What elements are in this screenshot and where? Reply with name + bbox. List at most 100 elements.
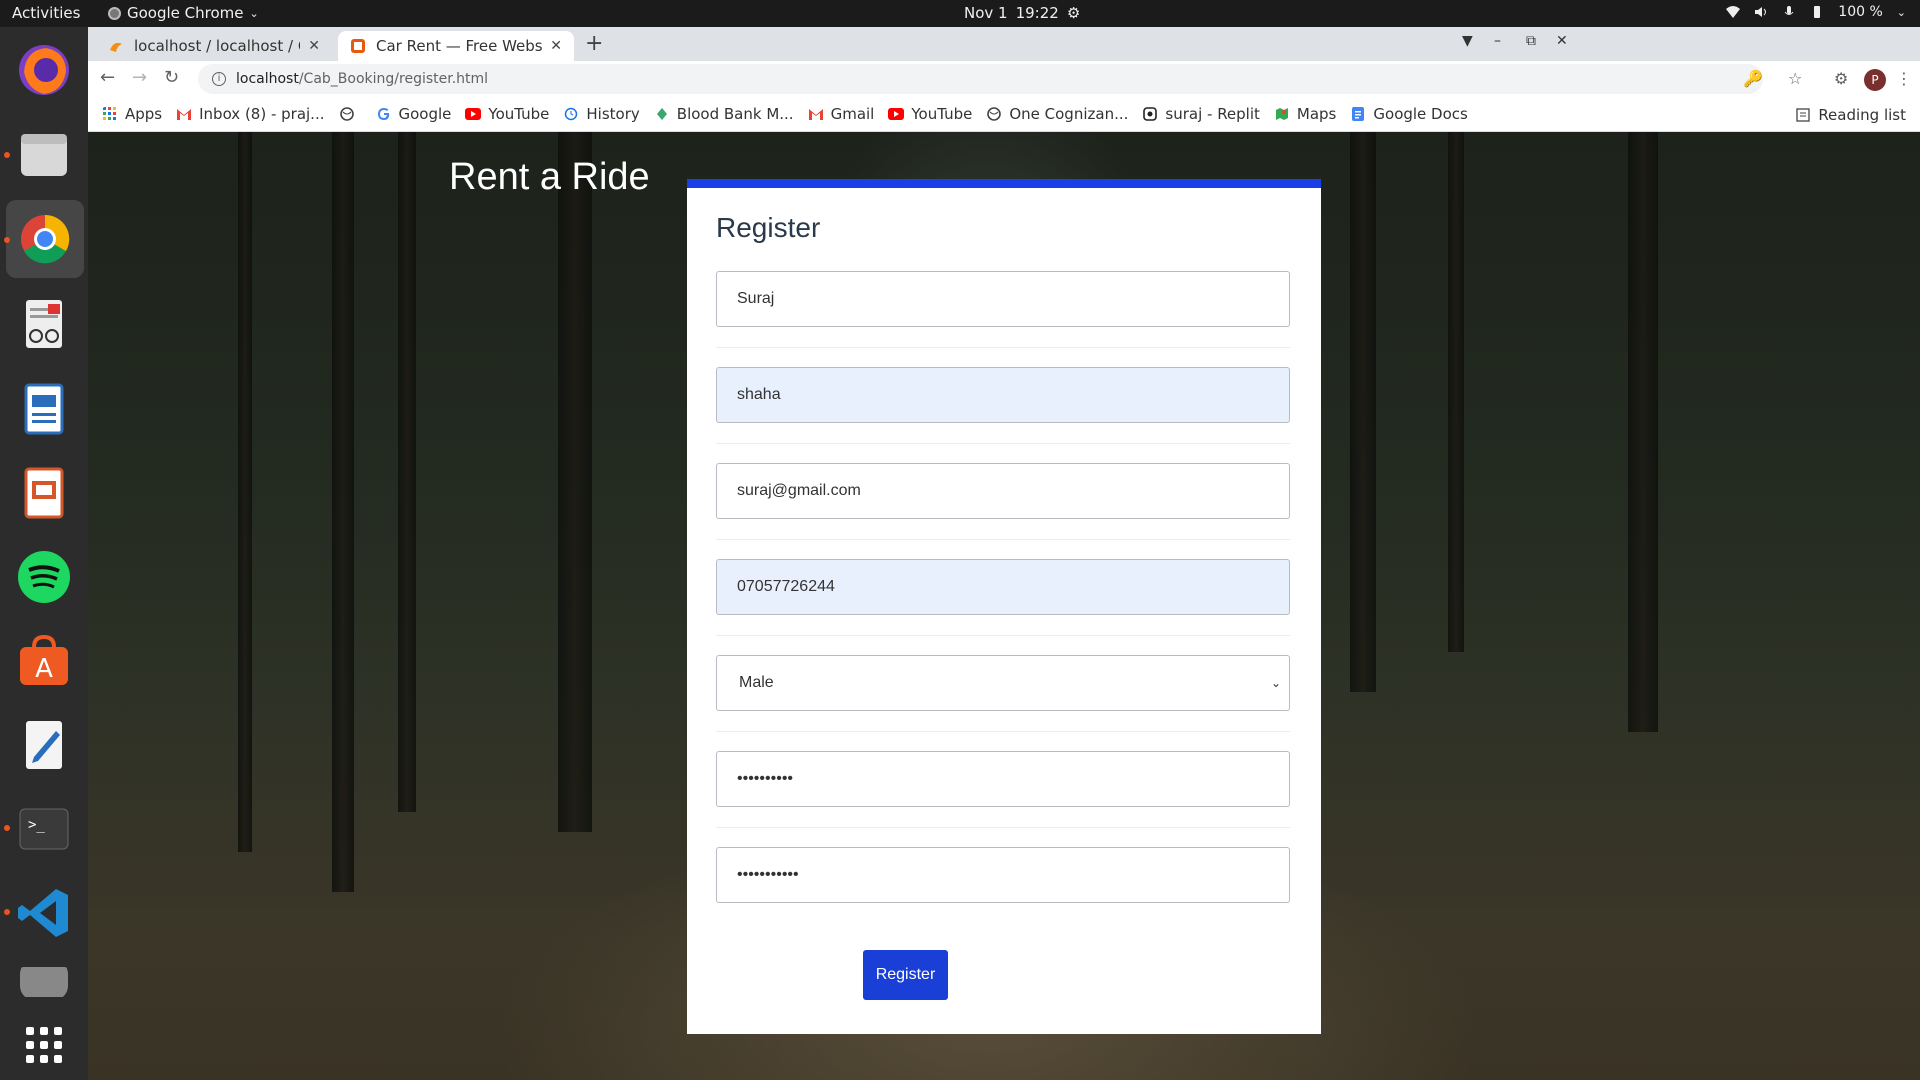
forward-arrow-icon[interactable]: → [132, 67, 147, 88]
chrome-icon [21, 214, 70, 264]
gender-select[interactable]: Male ⌄ [716, 655, 1290, 711]
bookmark-history[interactable]: History [563, 105, 640, 123]
tab-title: localhost / localhost / Cab [134, 37, 300, 55]
gmail-icon [177, 109, 192, 120]
dock-libreoffice-writer[interactable] [14, 379, 74, 439]
google-icon [377, 108, 389, 120]
bookmark-google-docs[interactable]: Google Docs [1350, 105, 1468, 123]
document-viewer-icon [26, 300, 62, 348]
site-brand[interactable]: Rent a Ride [449, 156, 650, 199]
bookmark-google[interactable]: Google [376, 105, 452, 123]
forest-background [332, 132, 354, 892]
activities-button[interactable]: Activities [12, 4, 80, 22]
dock-text-editor[interactable] [14, 715, 74, 775]
battery-percent: 100 % [1838, 4, 1883, 20]
bookmark-label: YouTube [911, 105, 973, 123]
url-host: localhost [236, 71, 299, 87]
close-icon[interactable]: ✕ [550, 38, 562, 54]
svg-text:>_: >_ [28, 817, 45, 833]
bookmark-label: suraj - Replit [1165, 105, 1260, 123]
dock-ubuntu-software[interactable]: A [14, 631, 74, 691]
divider [716, 827, 1290, 828]
volume-icon [1755, 7, 1767, 17]
confirm-password-input[interactable] [716, 847, 1290, 903]
youtube-icon [888, 108, 905, 120]
password-input[interactable] [716, 751, 1290, 807]
forest-background [398, 132, 416, 812]
divider [716, 635, 1290, 636]
key-icon[interactable]: 🔑 [1743, 69, 1763, 88]
divider [716, 731, 1290, 732]
last-name-input[interactable] [716, 367, 1290, 423]
reading-list-icon [1796, 108, 1810, 122]
tab-strip: localhost / localhost / Cab ✕ Car Rent —… [88, 27, 1920, 61]
profile-avatar[interactable]: P [1864, 69, 1886, 91]
phone-input[interactable] [716, 559, 1290, 615]
bookmark-maps[interactable]: Maps [1274, 105, 1336, 123]
restore-icon[interactable]: ⧉ [1526, 33, 1536, 49]
bookmark-apps[interactable]: Apps [102, 105, 162, 123]
globe-icon [987, 107, 1002, 121]
site-info-icon[interactable]: i [212, 72, 226, 86]
bookmark-label: Apps [125, 105, 163, 123]
dock-vscode[interactable] [14, 883, 74, 943]
register-button[interactable]: Register [863, 950, 948, 1000]
divider [716, 347, 1290, 348]
dock-spotify[interactable] [14, 547, 74, 607]
dock-firefox[interactable] [14, 40, 74, 100]
app-menu-label: Google Chrome [127, 4, 244, 22]
bookmark-globe[interactable] [339, 107, 362, 121]
bookmark-gmail[interactable]: Gmail [808, 105, 875, 123]
extensions-icon[interactable]: ⚙ [1834, 69, 1848, 88]
dock-files[interactable] [14, 124, 74, 184]
bookmark-label: Inbox (8) - praj... [199, 105, 325, 123]
bookmark-replit[interactable]: suraj - Replit [1142, 105, 1260, 123]
vscode-icon [18, 889, 68, 937]
bookmark-label: Gmail [830, 105, 875, 123]
chevron-down-icon: ⌄ [249, 6, 259, 20]
gmail-icon [808, 109, 823, 120]
bookmark-youtube[interactable]: YouTube [888, 105, 972, 123]
close-icon[interactable]: ✕ [308, 38, 320, 54]
blood-bank-icon [656, 108, 667, 120]
minimize-icon[interactable]: – [1494, 33, 1501, 49]
new-tab-button[interactable]: + [585, 31, 603, 56]
email-input[interactable] [716, 463, 1290, 519]
svg-text:A: A [35, 654, 53, 684]
page-viewport: Rent a Ride Register Male ⌄ Register [88, 132, 1920, 1080]
bookmark-cognizant[interactable]: One Cognizan... [986, 105, 1128, 123]
dock-terminal[interactable]: >_ [14, 799, 74, 859]
system-tray[interactable]: 100 % ⌄ [1726, 4, 1906, 20]
star-icon[interactable]: ☆ [1788, 69, 1802, 88]
tab-car-rent[interactable]: Car Rent — Free Website ✕ [338, 31, 574, 61]
first-name-input[interactable] [716, 271, 1290, 327]
battery-icon [1814, 6, 1821, 18]
reading-list-button[interactable]: Reading list [1796, 106, 1906, 124]
address-bar[interactable]: i localhost/Cab_Booking/register.html [198, 64, 1763, 94]
close-window-icon[interactable]: ✕ [1556, 33, 1568, 49]
url-path: /Cab_Booking/register.html [298, 71, 489, 87]
bookmark-youtube[interactable]: YouTube [465, 105, 549, 123]
alarm-icon: ⚙ [1066, 4, 1081, 22]
tab-phpmyadmin[interactable]: localhost / localhost / Cab ✕ [96, 31, 332, 61]
chevron-down-icon: ⌄ [1896, 5, 1906, 19]
bookmark-blood-bank[interactable]: Blood Bank M... [654, 105, 794, 123]
clock[interactable]: Nov 1 19:22 ⚙ [964, 4, 1080, 22]
back-arrow-icon[interactable]: ← [100, 67, 115, 88]
dock-disk[interactable] [14, 967, 74, 997]
bookmark-label: YouTube [488, 105, 550, 123]
spotify-icon [18, 551, 70, 603]
disk-icon [20, 967, 68, 997]
bookmark-inbox[interactable]: Inbox (8) - praj... [176, 105, 325, 123]
tab-search-icon[interactable]: ▼ [1462, 33, 1473, 49]
bookmark-label: Google [398, 105, 452, 123]
dock-document-viewer[interactable] [14, 294, 74, 354]
dock-chrome[interactable] [6, 200, 84, 278]
dock-libreoffice-impress[interactable] [14, 463, 74, 523]
files-icon [21, 134, 67, 176]
clock-time: 19:22 [1015, 4, 1059, 22]
reload-icon[interactable]: ↻ [164, 67, 179, 88]
show-apps-button[interactable] [14, 1015, 74, 1075]
app-menu[interactable]: Google Chrome ⌄ [108, 4, 259, 22]
kebab-menu-icon[interactable]: ⋮ [1896, 69, 1912, 88]
